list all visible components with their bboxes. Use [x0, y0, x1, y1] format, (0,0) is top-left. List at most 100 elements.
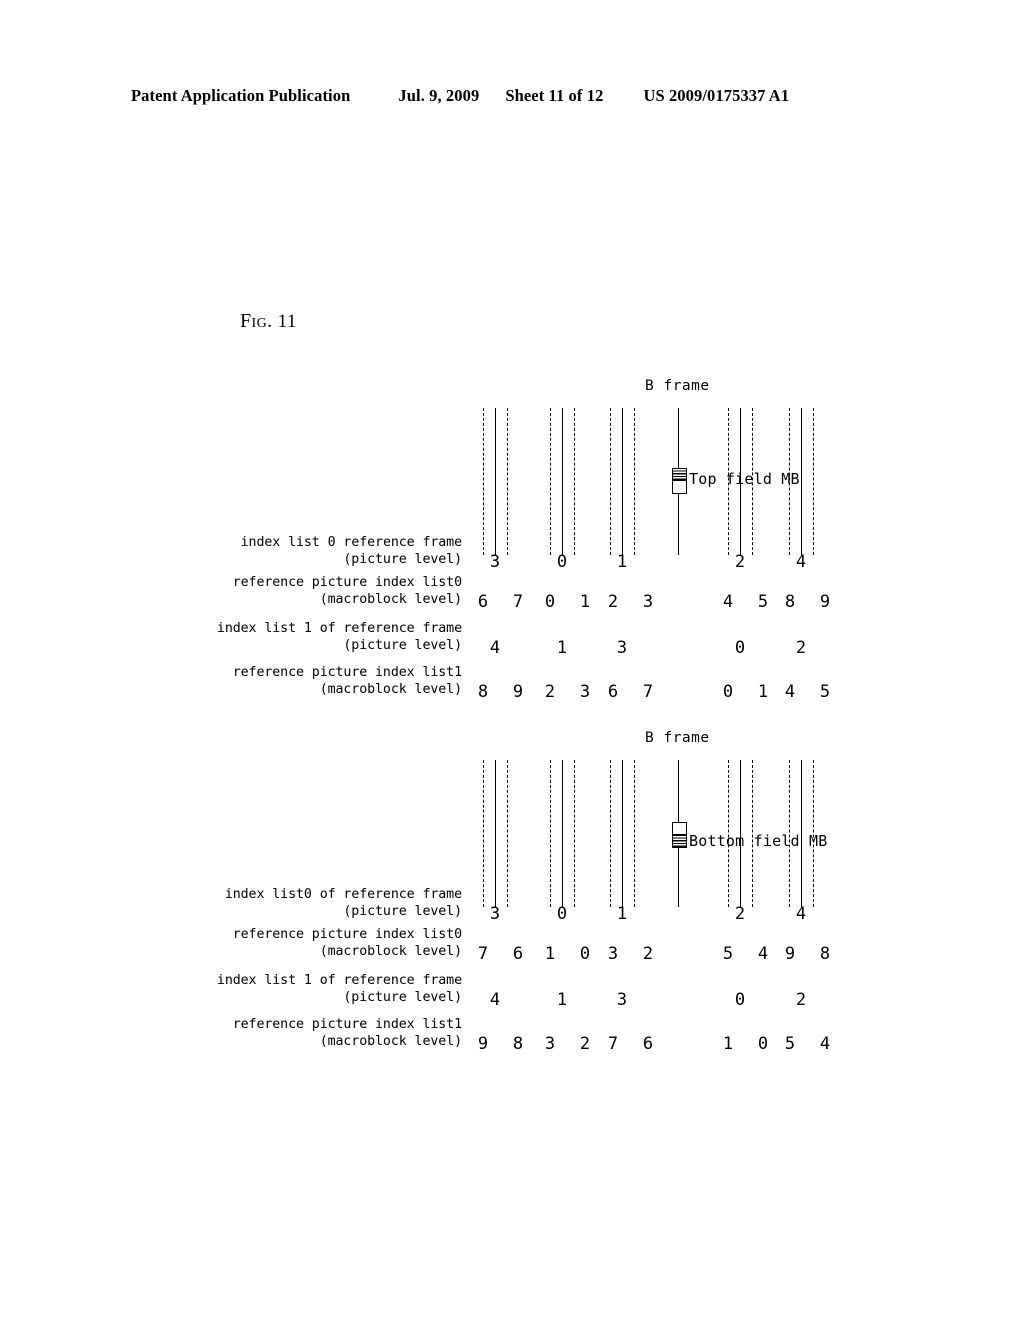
field-boundary-line — [574, 760, 575, 907]
value-reference-picture-index-list0: 1 — [544, 944, 556, 964]
row-label-line1: index list 1 of reference frame — [216, 973, 462, 988]
value-index-list1-picture-level: 1 — [556, 638, 568, 658]
value-reference-picture-index-list0: 6 — [512, 944, 524, 964]
value-reference-picture-index-list0: 6 — [477, 592, 489, 612]
value-reference-picture-index-list0: 9 — [819, 592, 831, 612]
sheet-number: Sheet 11 of 12 — [505, 86, 604, 105]
value-reference-picture-index-list0: 0 — [544, 592, 556, 612]
row-label: index list0 of reference frame (picture l… — [150, 887, 462, 920]
mb-marker-bottom-half — [673, 481, 686, 493]
value-reference-picture-index-list0: 3 — [607, 944, 619, 964]
value-reference-picture-index-list1: 2 — [544, 682, 556, 702]
field-boundary-line — [550, 760, 551, 907]
value-index-list0-picture-level: 1 — [616, 552, 628, 572]
value-reference-picture-index-list0: 7 — [477, 944, 489, 964]
row-label-line1: reference picture index list0 — [232, 927, 462, 942]
value-reference-picture-index-list0: 7 — [512, 592, 524, 612]
row-label: reference picture index list0 (macroblock… — [150, 927, 462, 960]
field-boundary-line — [507, 408, 508, 555]
value-index-list0-picture-level: 2 — [734, 904, 746, 924]
value-reference-picture-index-list1: 2 — [579, 1034, 591, 1054]
value-reference-picture-index-list0: 4 — [757, 944, 769, 964]
field-boundary-line — [483, 408, 484, 555]
value-reference-picture-index-list1: 0 — [722, 682, 734, 702]
row-label-line1: index list 0 reference frame — [240, 535, 462, 550]
value-index-list1-picture-level: 3 — [616, 638, 628, 658]
value-reference-picture-index-list0: 1 — [579, 592, 591, 612]
value-index-list0-picture-level: 1 — [616, 904, 628, 924]
value-reference-picture-index-list0: 3 — [642, 592, 654, 612]
value-reference-picture-index-list1: 0 — [757, 1034, 769, 1054]
value-reference-picture-index-list1: 4 — [784, 682, 796, 702]
picture-boundary-line — [495, 760, 496, 907]
value-reference-picture-index-list1: 3 — [544, 1034, 556, 1054]
field-mb-label: Top field MB — [689, 470, 800, 488]
row-label-line1: reference picture index list1 — [232, 1017, 462, 1032]
picture-boundary-line — [495, 408, 496, 555]
field-boundary-line — [574, 408, 575, 555]
value-index-list0-picture-level: 2 — [734, 552, 746, 572]
mb-marker-top-half — [673, 823, 686, 835]
row-label-line2: (picture level) — [343, 989, 462, 1005]
value-reference-picture-index-list1: 7 — [642, 682, 654, 702]
value-reference-picture-index-list0: 2 — [642, 944, 654, 964]
row-label-line1: reference picture index list1 — [232, 665, 462, 680]
value-reference-picture-index-list1: 7 — [607, 1034, 619, 1054]
row-label-line2: (picture level) — [343, 903, 462, 919]
value-reference-picture-index-list1: 5 — [784, 1034, 796, 1054]
picture-boundary-rules — [0, 722, 1024, 907]
publication-date: Jul. 9, 2009 — [398, 86, 480, 105]
value-reference-picture-index-list1: 1 — [757, 682, 769, 702]
value-reference-picture-index-list1: 8 — [512, 1034, 524, 1054]
field-boundary-line — [550, 408, 551, 555]
picture-boundary-line — [562, 408, 563, 555]
row-label-line2: (picture level) — [343, 637, 462, 653]
value-reference-picture-index-list1: 8 — [477, 682, 489, 702]
value-reference-picture-index-list0: 9 — [784, 944, 796, 964]
value-reference-picture-index-list0: 8 — [784, 592, 796, 612]
value-reference-picture-index-list1: 9 — [477, 1034, 489, 1054]
value-reference-picture-index-list1: 6 — [607, 682, 619, 702]
row-label-line2: (macroblock level) — [319, 591, 462, 607]
value-index-list1-picture-level: 0 — [734, 638, 746, 658]
field-boundary-line — [610, 408, 611, 555]
value-index-list1-picture-level: 0 — [734, 990, 746, 1010]
row-label: index list 0 reference frame (picture lev… — [150, 535, 462, 568]
picture-boundary-line — [622, 408, 623, 555]
value-index-list0-picture-level: 4 — [795, 552, 807, 572]
row-label-line2: (macroblock level) — [319, 943, 462, 959]
value-reference-picture-index-list0: 5 — [722, 944, 734, 964]
value-reference-picture-index-list1: 6 — [642, 1034, 654, 1054]
field-boundary-line — [634, 760, 635, 907]
patent-number: US 2009/0175337 A1 — [643, 86, 790, 105]
row-label-line1: index list 1 of reference frame — [216, 621, 462, 636]
mb-marker-top-half — [673, 469, 686, 481]
value-index-list1-picture-level: 4 — [489, 990, 501, 1010]
row-label-line2: (picture level) — [343, 551, 462, 567]
row-label: index list 1 of reference frame (picture … — [150, 973, 462, 1006]
field-boundary-line — [813, 408, 814, 555]
patent-header: Patent Application Publication Jul. 9, 2… — [131, 86, 891, 106]
diagram-top-field: B frame Top field MB index list 0 referenc… — [0, 370, 1024, 730]
row-label: reference picture index list0 (macroblock… — [150, 575, 462, 608]
row-label-line2: (macroblock level) — [319, 681, 462, 697]
value-index-list0-picture-level: 3 — [489, 552, 501, 572]
picture-boundary-rules — [0, 370, 1024, 555]
figure-label-word: Fig. — [240, 310, 273, 332]
field-mb-marker — [672, 822, 687, 848]
value-index-list1-picture-level: 4 — [489, 638, 501, 658]
field-boundary-line — [634, 408, 635, 555]
value-index-list1-picture-level: 3 — [616, 990, 628, 1010]
mb-marker-bottom-half — [673, 835, 686, 847]
value-index-list1-picture-level: 2 — [795, 990, 807, 1010]
field-mb-label: Bottom field MB — [689, 832, 828, 850]
value-reference-picture-index-list1: 3 — [579, 682, 591, 702]
value-reference-picture-index-list1: 4 — [819, 1034, 831, 1054]
field-boundary-line — [483, 760, 484, 907]
field-boundary-line — [610, 760, 611, 907]
picture-boundary-line — [622, 760, 623, 907]
value-index-list0-picture-level: 0 — [556, 904, 568, 924]
value-index-list0-picture-level: 4 — [795, 904, 807, 924]
value-index-list1-picture-level: 1 — [556, 990, 568, 1010]
value-reference-picture-index-list1: 1 — [722, 1034, 734, 1054]
